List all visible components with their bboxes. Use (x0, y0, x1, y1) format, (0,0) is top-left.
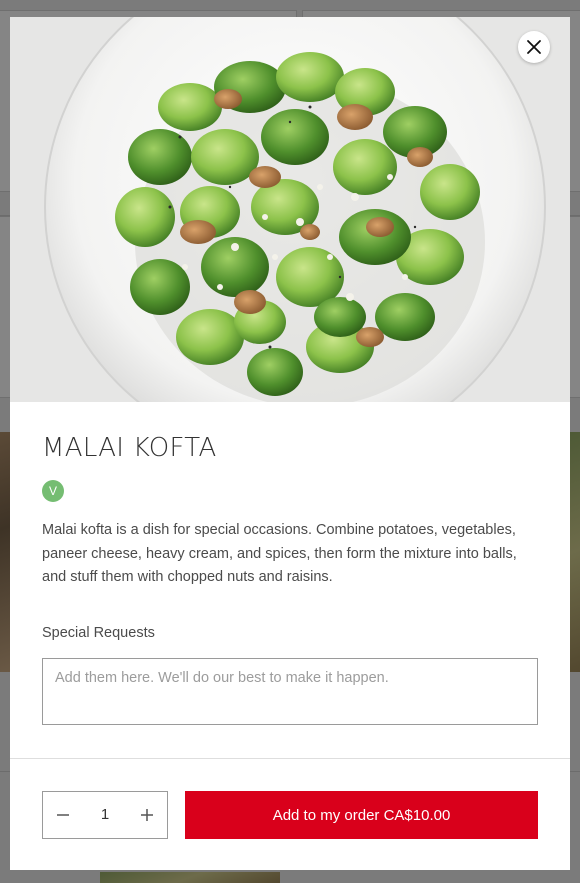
decrease-quantity-button[interactable] (43, 792, 83, 838)
quantity-value: 1 (100, 806, 110, 823)
background-photo (100, 872, 280, 883)
dish-photo (10, 17, 570, 402)
minus-icon (57, 814, 69, 816)
plus-icon (141, 809, 153, 821)
dish-description: Malai kofta is a dish for special occasi… (42, 522, 517, 585)
dish-detail-modal: MALAI KOFTA V Malai kofta is a dish for … (10, 17, 570, 870)
special-requests-label: Special Requests (42, 625, 155, 641)
increase-quantity-button[interactable] (127, 792, 167, 838)
dish-title: MALAI KOFTA (42, 433, 217, 463)
quantity-stepper: 1 (42, 791, 168, 839)
special-requests-input[interactable] (42, 658, 538, 725)
close-icon (527, 40, 541, 54)
add-to-order-label: Add to my order (272, 807, 380, 824)
close-button[interactable] (518, 31, 550, 63)
price-label: CA$10.00 (383, 807, 451, 824)
footer-divider (10, 758, 570, 759)
add-to-order-button[interactable]: Add to my order CA$10.00 (185, 791, 538, 839)
vegetarian-badge: V (42, 480, 64, 502)
